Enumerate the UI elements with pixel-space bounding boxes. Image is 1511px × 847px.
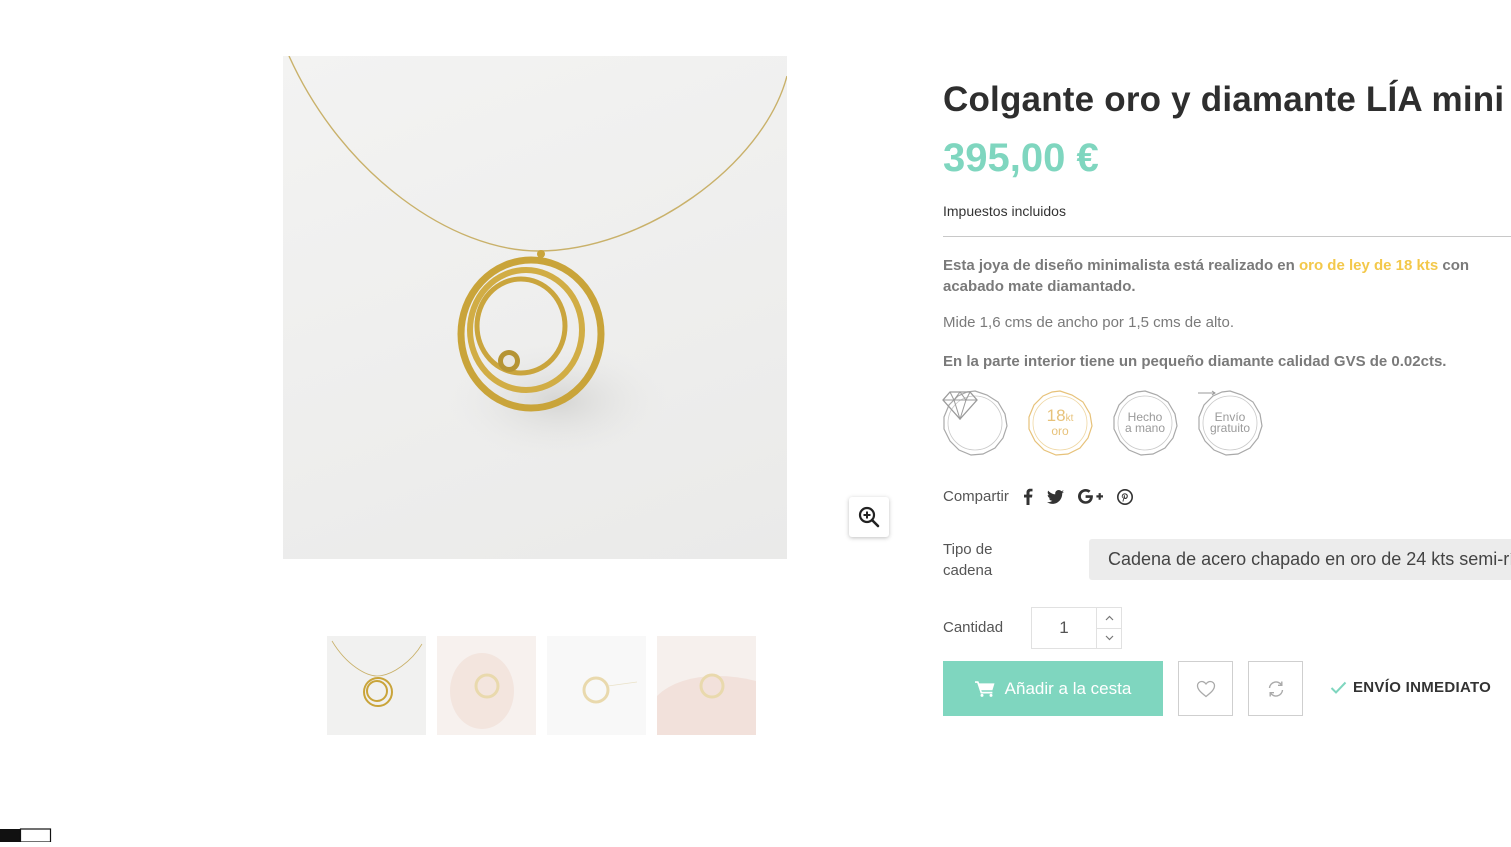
twitter-icon[interactable] [1046,489,1064,504]
shipping-label: ENVÍO INMEDIATO [1353,679,1492,696]
product-title: Colgante oro y diamante LÍA mini [943,80,1505,119]
thumbnail-3[interactable] [547,636,646,735]
feature-badges: 18kt oro Hecho a mano Envío gratuito [942,390,1263,456]
share-bar: Compartir [943,488,1133,505]
thumbnail-1[interactable] [327,636,426,735]
description-line-1: Esta joya de diseño minimalista está rea… [943,255,1511,297]
add-to-cart-label: Añadir a la cesta [1004,678,1132,698]
product-price: 395,00 € [943,136,1099,180]
chain-type-label: Tipo de cadena [943,541,993,579]
quantity-stepper [1096,607,1122,649]
gold-highlight: oro de ley de 18 kts [1298,257,1439,274]
badge-text: 18kt oro [1027,390,1093,456]
thumbnail-2[interactable] [437,636,536,735]
share-label: Compartir [943,488,1009,505]
thumbnail-image [437,636,536,735]
compare-button[interactable] [1248,661,1303,716]
zoom-in-icon [858,506,880,528]
thumbnail-image [657,636,756,735]
badge-text: Hecho a mano [1112,390,1178,456]
chevron-up-icon [1105,615,1113,621]
diamond-icon [942,390,1008,456]
badge-number: 18 [1046,405,1066,425]
corner-widget[interactable] [0,828,52,843]
increment-button[interactable] [1097,608,1121,629]
quantity-input[interactable]: 1 [1031,607,1097,649]
handmade-badge: Hecho a mano [1112,390,1178,456]
tax-note: Impuestos incluidos [943,203,1066,219]
google-plus-icon[interactable] [1077,489,1103,504]
cart-icon [974,680,995,697]
shipping-status: ENVÍO INMEDIATO [1330,679,1491,696]
arrow-right-icon [1198,390,1216,396]
badge-label: gratuito [1209,421,1251,435]
pinterest-icon[interactable] [1116,488,1133,505]
pendant-photo [288,56,787,461]
thumbnail-4[interactable] [657,636,756,735]
chain-type-select[interactable]: Cadena de acero chapado en oro de 24 kts… [1089,539,1511,580]
thumbnail-image [547,636,646,735]
thumbnail-list [327,636,756,735]
add-to-cart-button[interactable]: Añadir a la cesta [943,661,1163,716]
description-line-3: En la parte interior tiene un pequeño di… [943,353,1447,370]
quantity-label: Cantidad [943,619,1004,636]
divider [943,236,1511,237]
free-shipping-badge: Envío gratuito [1197,390,1263,456]
thumbnail-image [327,636,426,735]
description-text: Esta joya de diseño minimalista está rea… [943,257,1299,274]
refresh-icon [1268,680,1283,697]
corner-widget-graphic [0,828,52,843]
diamond-badge [942,390,1008,456]
wishlist-button[interactable] [1178,661,1233,716]
badge-unit: kt [1065,412,1074,424]
badge-text: Envío gratuito [1197,390,1263,456]
main-product-image[interactable] [283,56,787,559]
gold-18kt-badge: 18kt oro [1027,390,1093,456]
facebook-icon[interactable] [1023,488,1033,505]
heart-icon [1196,680,1215,697]
check-icon [1330,681,1347,694]
decrement-button[interactable] [1097,629,1121,649]
badge-label: a mano [1124,421,1166,435]
zoom-button[interactable] [849,497,889,537]
description-line-2: Mide 1,6 cms de ancho por 1,5 cms de alt… [943,314,1234,331]
chevron-down-icon [1105,635,1113,641]
badge-label: oro [1051,423,1069,438]
